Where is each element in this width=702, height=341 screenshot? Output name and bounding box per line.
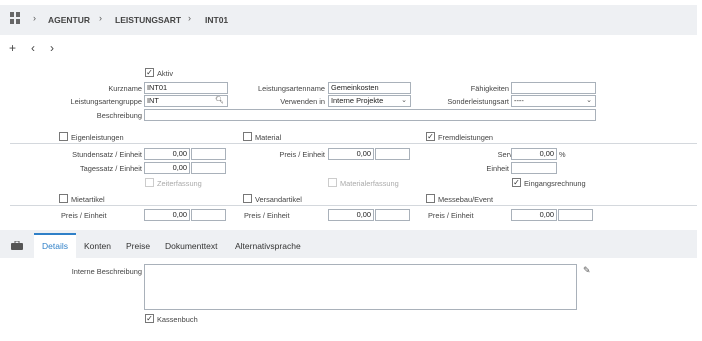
material-preis-input[interactable]: 0,00 — [328, 148, 374, 160]
chevron-right-icon: › — [188, 13, 191, 23]
material-preis-label: Preis / Einheit — [279, 150, 325, 159]
material-preis-unit-input[interactable] — [375, 148, 410, 160]
versand-preis-input[interactable]: 0,00 — [328, 209, 374, 221]
breadcrumb-item: INT01 — [205, 15, 229, 25]
service-fee-input[interactable]: 0,00 — [511, 148, 557, 160]
kassenbuch-label: Kassenbuch — [157, 315, 198, 324]
tab-dokumenttext[interactable]: Dokumenttext — [165, 241, 217, 251]
briefcase-icon — [11, 241, 23, 250]
tab-preise[interactable]: Preise — [126, 241, 150, 251]
leistungsartengruppe-label: Leistungsartengruppe — [70, 97, 143, 106]
leistungsartengruppe-value: INT — [147, 96, 159, 105]
percent-label: % — [559, 150, 566, 159]
forward-icon[interactable]: › — [50, 41, 54, 55]
interne-beschreibung-textarea[interactable] — [144, 264, 577, 310]
chevron-right-icon: › — [33, 13, 36, 23]
beschreibung-label: Beschreibung — [96, 111, 142, 120]
verwenden-in-label: Verwenden in — [280, 97, 325, 106]
tab-konten[interactable]: Konten — [84, 241, 111, 251]
fremdleistungen-checkbox[interactable]: ✓ — [426, 132, 435, 141]
tagessatz-label: Tagessatz / Einheit — [79, 164, 142, 173]
apps-grid-icon[interactable] — [10, 12, 20, 24]
tagessatz-unit-input[interactable] — [191, 162, 226, 174]
miet-preis-label: Preis / Einheit — [61, 211, 107, 220]
breadcrumb-item[interactable]: AGENTUR — [48, 15, 90, 25]
zeiterfassung-label: Zeiterfassung — [157, 179, 202, 188]
verwenden-in-select[interactable]: Interne Projekte ⌄ — [328, 95, 411, 107]
aktiv-label: Aktiv — [157, 69, 174, 78]
messe-preis-unit-input[interactable] — [558, 209, 593, 221]
leistungsartengruppe-input[interactable]: INT 🔍︎ — [144, 95, 228, 107]
back-icon[interactable]: ‹ — [31, 41, 35, 55]
eigenleistungen-label: Eigenleistungen — [71, 133, 124, 142]
einheit-input[interactable] — [511, 162, 557, 174]
zeiterfassung-checkbox[interactable] — [145, 178, 154, 187]
miet-preis-unit-input[interactable] — [191, 209, 226, 221]
tab-alternativsprache[interactable]: Alternativsprache — [235, 241, 301, 251]
chevron-down-icon: ⌄ — [586, 97, 592, 104]
messe-preis-label: Preis / Einheit — [428, 211, 474, 220]
versand-preis-label: Preis / Einheit — [244, 211, 290, 220]
chevron-down-icon: ⌄ — [401, 97, 407, 104]
interne-beschreibung-label: Interne Beschreibung — [71, 267, 142, 276]
kurzname-input[interactable]: INT01 — [144, 82, 228, 94]
faehigkeiten-input[interactable] — [511, 82, 596, 94]
material-checkbox[interactable] — [243, 132, 252, 141]
material-label: Material — [255, 133, 282, 142]
versandartikel-checkbox[interactable] — [243, 194, 252, 203]
pencil-icon[interactable]: ✎ — [583, 265, 591, 276]
mietartikel-checkbox[interactable] — [59, 194, 68, 203]
versandartikel-label: Versandartikel — [255, 195, 302, 204]
tab-details-label[interactable]: Details — [42, 241, 68, 251]
add-icon[interactable]: + — [9, 41, 16, 55]
messebau-checkbox[interactable] — [426, 194, 435, 203]
messe-preis-input[interactable]: 0,00 — [511, 209, 557, 221]
leistungsartenname-input[interactable]: Gemeinkosten — [328, 82, 411, 94]
miet-preis-input[interactable]: 0,00 — [144, 209, 190, 221]
kassenbuch-checkbox[interactable]: ✓ — [145, 314, 154, 323]
beschreibung-input[interactable] — [144, 109, 596, 121]
sonderleistungsart-select[interactable]: ---- ⌄ — [511, 95, 596, 107]
sonderleistungsart-value: ---- — [514, 96, 524, 105]
search-icon[interactable]: 🔍︎ — [215, 96, 224, 106]
messebau-label: Messebau/Event — [438, 195, 494, 204]
mietartikel-label: Mietartikel — [71, 195, 105, 204]
leistungsartenname-label: Leistungsartenname — [258, 84, 325, 93]
eigenleistungen-checkbox[interactable] — [59, 132, 68, 141]
stundensatz-input[interactable]: 0,00 — [144, 148, 190, 160]
chevron-right-icon: › — [99, 13, 102, 23]
divider — [10, 205, 697, 206]
stundensatz-unit-input[interactable] — [191, 148, 226, 160]
eingangsrechnung-label: Eingangsrechnung — [524, 179, 586, 188]
versand-preis-unit-input[interactable] — [375, 209, 410, 221]
materialerfassung-checkbox[interactable] — [328, 178, 337, 187]
kurzname-label: Kurzname — [108, 84, 142, 93]
tagessatz-input[interactable]: 0,00 — [144, 162, 190, 174]
eingangsrechnung-checkbox[interactable]: ✓ — [512, 178, 521, 187]
materialerfassung-label: Materialerfassung — [340, 179, 399, 188]
aktiv-checkbox[interactable]: ✓ — [145, 68, 154, 77]
verwenden-in-value: Interne Projekte — [331, 96, 384, 105]
stundensatz-label: Stundensatz / Einheit — [72, 150, 142, 159]
fremdleistungen-label: Fremdleistungen — [438, 133, 494, 142]
breadcrumb-item[interactable]: LEISTUNGSART — [115, 15, 181, 25]
faehigkeiten-label: Fähigkeiten — [470, 84, 509, 93]
divider — [10, 143, 697, 144]
sonderleistungsart-label: Sonderleistungsart — [447, 97, 509, 106]
einheit-label: Einheit — [486, 164, 509, 173]
header-bar — [0, 5, 697, 35]
